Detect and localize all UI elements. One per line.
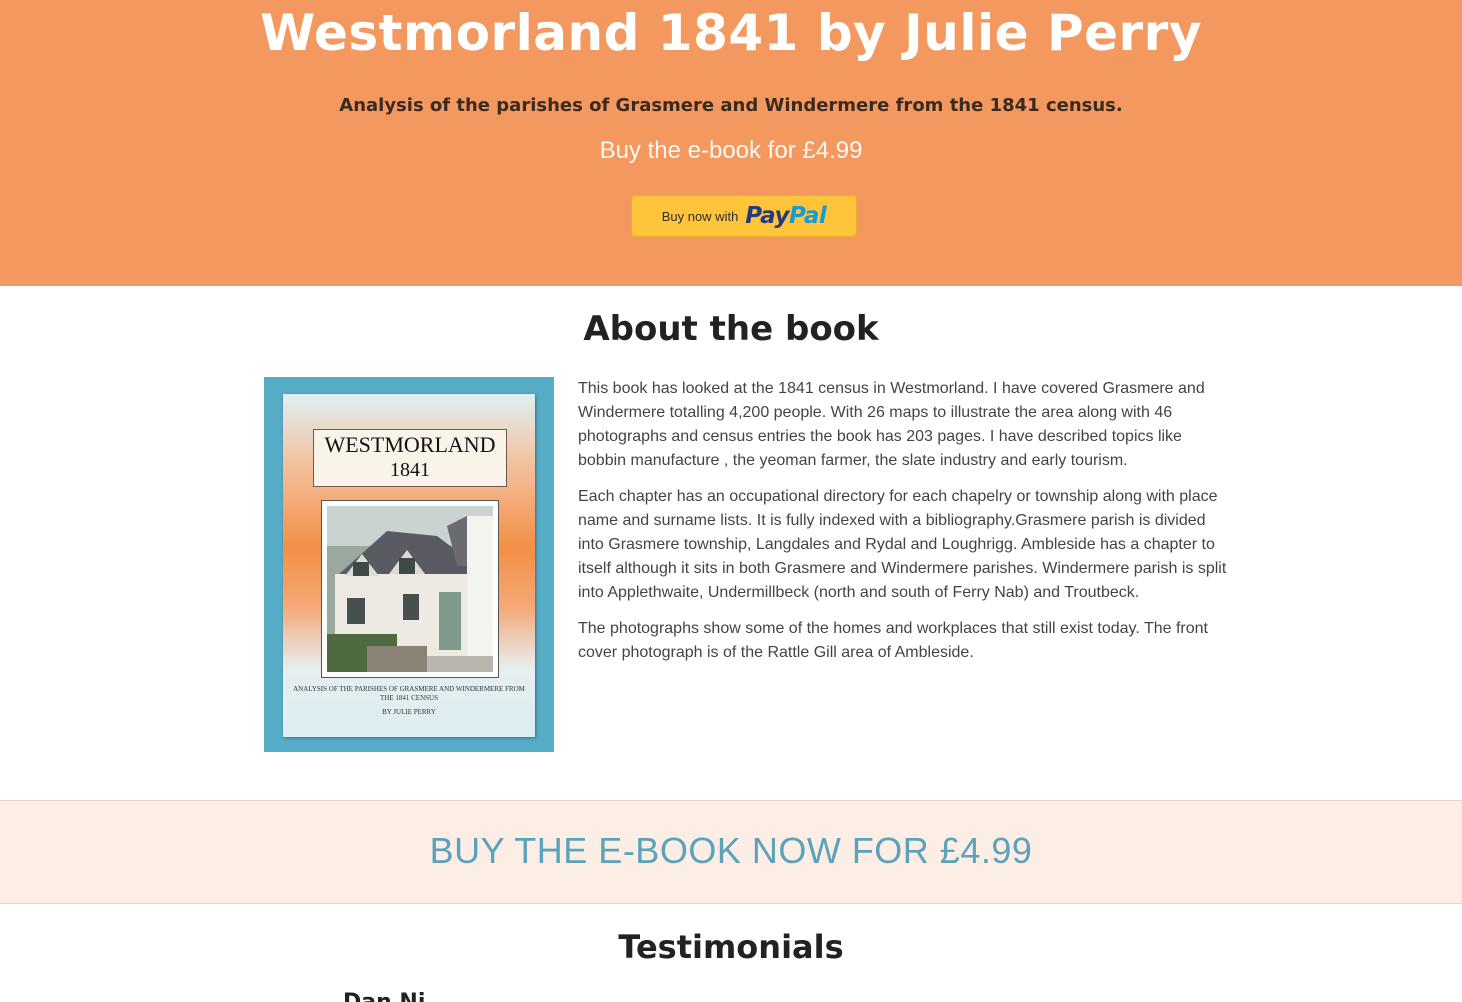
site-subtitle: Analysis of the parishes of Grasmere and… xyxy=(339,95,1123,116)
buy-ebook-link[interactable]: BUY THE E-BOOK NOW FOR £4.99 xyxy=(430,830,1033,872)
about-paragraph: The photographs show some of the homes a… xyxy=(578,620,1208,661)
paypal-buy-button[interactable]: Buy now with PayPal xyxy=(631,195,857,237)
paypal-button-prefix: Buy now with xyxy=(661,208,739,224)
site-title: Westmorland 1841 by Julie Perry xyxy=(260,4,1202,62)
about-paragraph: Each chapter has an occupational directo… xyxy=(578,488,1227,601)
cover-photo xyxy=(321,500,499,678)
paypal-logo: PayPal xyxy=(745,203,827,229)
about-heading: About the book xyxy=(583,309,879,349)
cover-author: BY JULIE PERRY xyxy=(382,708,436,716)
book-cover-inner: WESTMORLAND 1841 ANALYSIS OF THE PARISHE… xyxy=(283,394,535,737)
cover-title: WESTMORLAND xyxy=(324,432,496,457)
book-cover-image: WESTMORLAND 1841 ANALYSIS OF THE PARISHE… xyxy=(264,377,554,752)
hero-banner: Westmorland 1841 by Julie Perry Analysis… xyxy=(0,0,1462,286)
testimonials-heading: Testimonials xyxy=(618,928,844,966)
cover-title-box: WESTMORLAND 1841 xyxy=(313,429,507,487)
cover-caption: ANALYSIS OF THE PARISHES OF GRASMERE AND… xyxy=(293,685,525,702)
about-paragraph: This book has looked at the 1841 census … xyxy=(578,380,1205,469)
price-line: Buy the e-book for £4.99 xyxy=(599,137,863,164)
buy-cta-band: BUY THE E-BOOK NOW FOR £4.99 xyxy=(0,800,1462,904)
cottage-photo-illustration xyxy=(327,506,493,672)
cover-year: 1841 xyxy=(390,459,430,481)
about-description: This book has looked at the 1841 census … xyxy=(578,377,1228,677)
testimonial-name-partial: Dan Ni xyxy=(343,990,425,1002)
